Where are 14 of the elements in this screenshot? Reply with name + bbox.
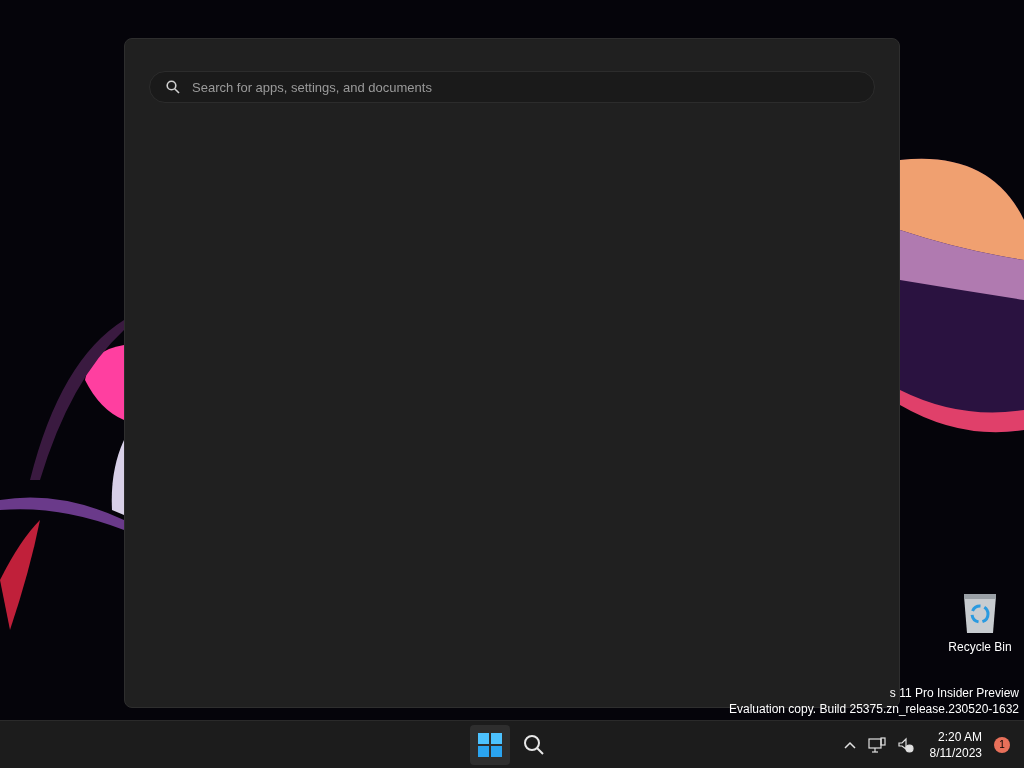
search-icon <box>166 80 180 94</box>
clock-date[interactable]: 8/11/2023 <box>929 744 982 761</box>
watermark-text: Evaluation copy. Build 25375.zn_release.230520-1632 <box>729 701 1019 717</box>
watermark-text: s 11 Pro Insider Preview <box>889 685 1019 701</box>
clock-time[interactable]: 2:20 AM <box>937 728 982 745</box>
search-field[interactable]: Search for apps, settings, and documents <box>149 71 875 103</box>
speaker-muted-icon[interactable] <box>897 736 914 753</box>
search-icon <box>523 733 545 756</box>
start-button[interactable] <box>470 724 510 765</box>
chevron-up-icon[interactable] <box>843 740 856 749</box>
desktop-icon-label: Recycle Bin <box>948 639 1012 656</box>
network-icon[interactable] <box>867 736 886 753</box>
notification-badge[interactable]: 1 <box>994 736 1010 753</box>
windows-logo-icon <box>478 732 502 757</box>
